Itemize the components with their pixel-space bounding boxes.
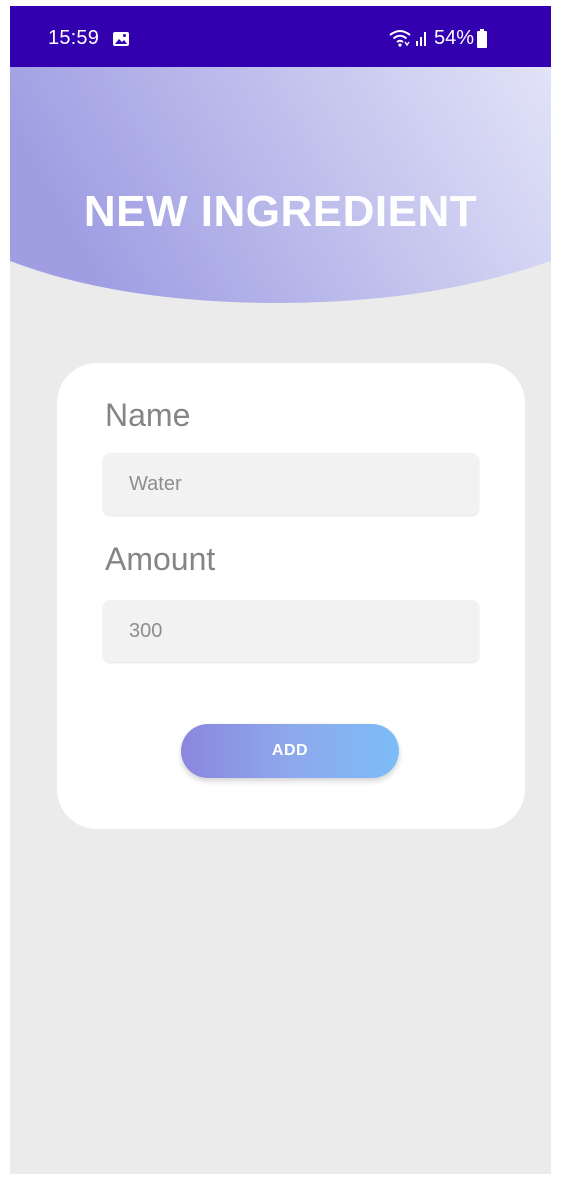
header-background: [10, 67, 551, 303]
add-button[interactable]: ADD: [181, 724, 399, 778]
amount-label: Amount: [105, 541, 216, 577]
name-label: Name: [105, 397, 191, 433]
page-title: NEW INGREDIENT: [83, 187, 478, 236]
amount-input[interactable]: [103, 600, 479, 662]
status-time: 15:59: [48, 27, 100, 49]
page-header: NEW INGREDIENT: [10, 67, 551, 303]
signal-icon: [415, 32, 426, 46]
name-input[interactable]: [103, 453, 479, 515]
ingredient-form-card: Name Amount ADD: [57, 363, 525, 829]
status-icons: 54%: [388, 25, 487, 51]
battery-icon: [477, 28, 487, 48]
gallery-icon: [113, 32, 129, 46]
wifi-icon: [389, 30, 411, 47]
battery-percent: 54%: [433, 26, 474, 49]
status-bar: 15:59 54%: [10, 6, 551, 67]
app-screen: 15:59 54% NEW INGREDIENT Name Water Amou…: [10, 6, 551, 1174]
